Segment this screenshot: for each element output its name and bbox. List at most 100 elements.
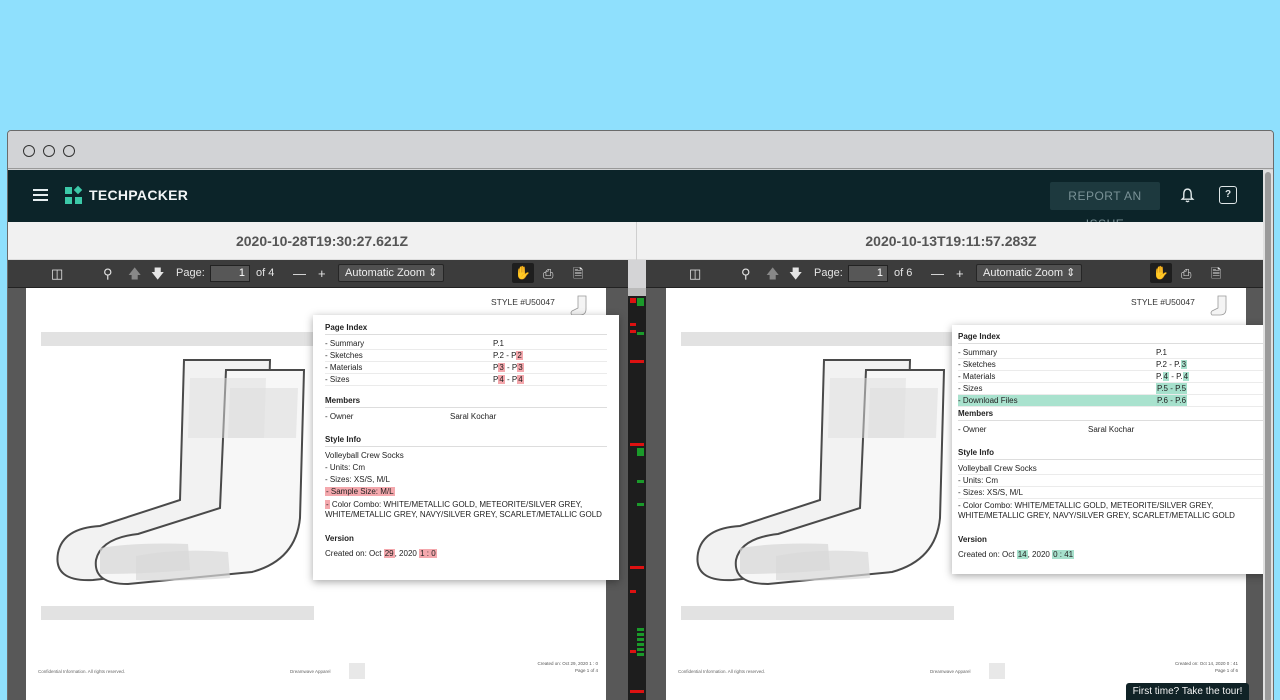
company-name: Dreamwave Apparel bbox=[930, 669, 971, 674]
sidebar-toggle-icon[interactable]: ◫ bbox=[51, 266, 63, 282]
units: - Units: Cm bbox=[325, 463, 365, 472]
page-label: Page: bbox=[176, 267, 205, 279]
page-number-input[interactable]: 1 bbox=[848, 265, 888, 282]
right-summary-popover: Page Index - Summary P.1 - Sketches P.2 - … bbox=[952, 325, 1265, 574]
members-heading: Members bbox=[325, 396, 607, 408]
help-chat-icon[interactable]: ? bbox=[1219, 186, 1237, 204]
placeholder-bar bbox=[681, 606, 954, 620]
close-window-dot[interactable] bbox=[23, 145, 35, 157]
company-logo-placeholder bbox=[349, 663, 365, 679]
page-total: of 6 bbox=[894, 267, 913, 279]
sock-sketch bbox=[56, 359, 306, 586]
left-summary-popover: Page Index - Summary P.1 - Sketches P.2 - … bbox=[313, 315, 619, 580]
previous-page-icon[interactable]: 🡅 bbox=[128, 266, 141, 282]
style-number: STYLE #U50047 bbox=[1131, 297, 1195, 307]
zoom-in-icon[interactable]: + bbox=[318, 266, 326, 282]
page-index-row: - Summary P.1 bbox=[325, 338, 607, 350]
footer-page: Page 1 of 4 bbox=[574, 668, 598, 673]
page-index-row: - Sizes P.5 - P.5 bbox=[958, 383, 1263, 395]
style-info-heading: Style Info bbox=[958, 448, 1263, 460]
page-index-row: - Sketches P.2 - P.3 bbox=[958, 359, 1263, 371]
page-index-row: - Materials P.4 - P.4 bbox=[958, 371, 1263, 383]
page-label: Page: bbox=[814, 267, 843, 279]
page-index-heading: Page Index bbox=[325, 323, 607, 335]
company-name: Dreamwave Apparel bbox=[290, 669, 331, 674]
previous-page-icon[interactable]: 🡅 bbox=[766, 266, 779, 282]
download-icon[interactable]: 🗎 bbox=[1211, 266, 1221, 282]
minimize-window-dot[interactable] bbox=[43, 145, 55, 157]
techpacker-logo-icon bbox=[65, 185, 83, 204]
page-scrollbar[interactable] bbox=[1263, 170, 1273, 700]
take-tour-button[interactable]: First time? Take the tour! bbox=[1126, 683, 1249, 700]
right-pdf-viewer[interactable]: STYLE #U50047 Confidential Information. … bbox=[646, 288, 1265, 700]
print-icon[interactable]: ⎙ bbox=[543, 266, 553, 282]
window-titlebar bbox=[8, 131, 1273, 169]
version-heading: Version bbox=[958, 535, 987, 544]
color-combo: - Color Combo: WHITE/METALLIC GOLD, METE… bbox=[958, 501, 1235, 520]
hand-tool-icon[interactable]: ✋ bbox=[512, 263, 534, 283]
left-version-timestamp: 2020-10-28T19:30:27.621Z bbox=[8, 222, 636, 260]
search-icon[interactable]: ⚲ bbox=[103, 266, 113, 282]
app-header: TECHPACKER REPORT AN ISSUE ? bbox=[8, 170, 1273, 231]
footer-page: Page 1 of 6 bbox=[1214, 668, 1238, 673]
members-heading: Members bbox=[958, 409, 1263, 421]
version-heading: Version bbox=[325, 534, 354, 543]
menu-icon[interactable] bbox=[33, 189, 48, 201]
page-total: of 4 bbox=[256, 267, 275, 279]
zoom-select[interactable]: Automatic Zoom ⇕ bbox=[976, 264, 1083, 282]
footer-created: Created on: Oct 14, 2020 0 : 41 bbox=[1174, 661, 1238, 666]
hand-tool-icon[interactable]: ✋ bbox=[1150, 263, 1172, 283]
style-name: Volleyball Crew Socks bbox=[958, 463, 1263, 475]
style-name: Volleyball Crew Socks bbox=[325, 451, 404, 460]
maximize-window-dot[interactable] bbox=[63, 145, 75, 157]
sizes: - Sizes: XS/S, M/L bbox=[958, 487, 1263, 499]
print-icon[interactable]: ⎙ bbox=[1181, 266, 1191, 282]
zoom-out-icon[interactable]: — bbox=[293, 266, 306, 282]
report-issue-button[interactable]: REPORT AN ISSUE bbox=[1050, 182, 1160, 231]
owner-row: - Owner Saral Kochar bbox=[325, 412, 497, 421]
confidential-notice: Confidential Information. All rights res… bbox=[38, 669, 126, 674]
sizes: - Sizes: XS/S, M/L bbox=[325, 475, 390, 484]
placeholder-bar bbox=[41, 332, 316, 346]
placeholder-bar bbox=[681, 332, 956, 346]
next-page-icon[interactable]: 🡇 bbox=[789, 266, 802, 282]
zoom-out-icon[interactable]: — bbox=[931, 266, 944, 282]
footer-created: Created on: Oct 29, 2020 1 : 0 bbox=[537, 661, 598, 666]
zoom-in-icon[interactable]: + bbox=[956, 266, 964, 282]
page-index-row: - Sizes P4 - P4 bbox=[325, 374, 607, 386]
page-number-input[interactable]: 1 bbox=[210, 265, 250, 282]
style-info-heading: Style Info bbox=[325, 435, 607, 447]
page-index-row-added: - Download Files P.6 - P.6 bbox=[958, 395, 1263, 407]
units: - Units: Cm bbox=[958, 475, 1263, 487]
footer-meta: Created on: Oct 29, 2020 1 : 0 Page 1 of… bbox=[498, 660, 598, 674]
right-pdf-toolbar: ◫ ⚲ 🡅 🡇 Page: 1 of 6 — + Automatic Zoom … bbox=[646, 260, 1265, 288]
confidential-notice: Confidential Information. All rights res… bbox=[678, 669, 766, 674]
next-page-icon[interactable]: 🡇 bbox=[151, 266, 164, 282]
brand-name[interactable]: TECHPACKER bbox=[89, 187, 188, 203]
scrollbar-thumb[interactable] bbox=[1265, 172, 1271, 700]
created-on: Created on: Oct 29, 2020 1 : 0 bbox=[325, 549, 437, 558]
left-pdf-viewer[interactable]: STYLE #U50047 Confidential Information. … bbox=[8, 288, 628, 700]
page-index-row: - Sketches P.2 - P2 bbox=[325, 350, 607, 362]
download-icon[interactable]: 🗎 bbox=[573, 266, 583, 282]
placeholder-bar bbox=[41, 606, 314, 620]
created-on: Created on: Oct 14, 2020 0 : 41 bbox=[958, 550, 1075, 559]
sock-sketch bbox=[696, 359, 946, 586]
sample-size: - Sample Size: M/L bbox=[325, 487, 395, 496]
diff-minimap[interactable] bbox=[628, 288, 646, 700]
style-number: STYLE #U50047 bbox=[491, 297, 555, 307]
search-icon[interactable]: ⚲ bbox=[741, 266, 751, 282]
notification-bell-icon[interactable] bbox=[1179, 187, 1196, 204]
color-combo: - Color Combo: WHITE/METALLIC GOLD, METE… bbox=[325, 500, 602, 519]
right-version-timestamp: 2020-10-13T19:11:57.283Z bbox=[637, 222, 1265, 260]
sock-thumbnail-icon bbox=[1210, 295, 1227, 316]
footer-meta: Created on: Oct 14, 2020 0 : 41 Page 1 o… bbox=[1138, 660, 1238, 674]
owner-row: - Owner Saral Kochar bbox=[958, 425, 1135, 434]
page-index-row: - Summary P.1 bbox=[958, 347, 1263, 359]
page-index-row: - Materials P3 - P3 bbox=[325, 362, 607, 374]
company-logo-placeholder bbox=[989, 663, 1005, 679]
browser-window: TECHPACKER REPORT AN ISSUE ? 2020-10-28T… bbox=[7, 130, 1274, 700]
sidebar-toggle-icon[interactable]: ◫ bbox=[689, 266, 701, 282]
left-pdf-toolbar: ◫ ⚲ 🡅 🡇 Page: 1 of 4 — + Automatic Zoom … bbox=[8, 260, 628, 288]
zoom-select[interactable]: Automatic Zoom ⇕ bbox=[338, 264, 445, 282]
